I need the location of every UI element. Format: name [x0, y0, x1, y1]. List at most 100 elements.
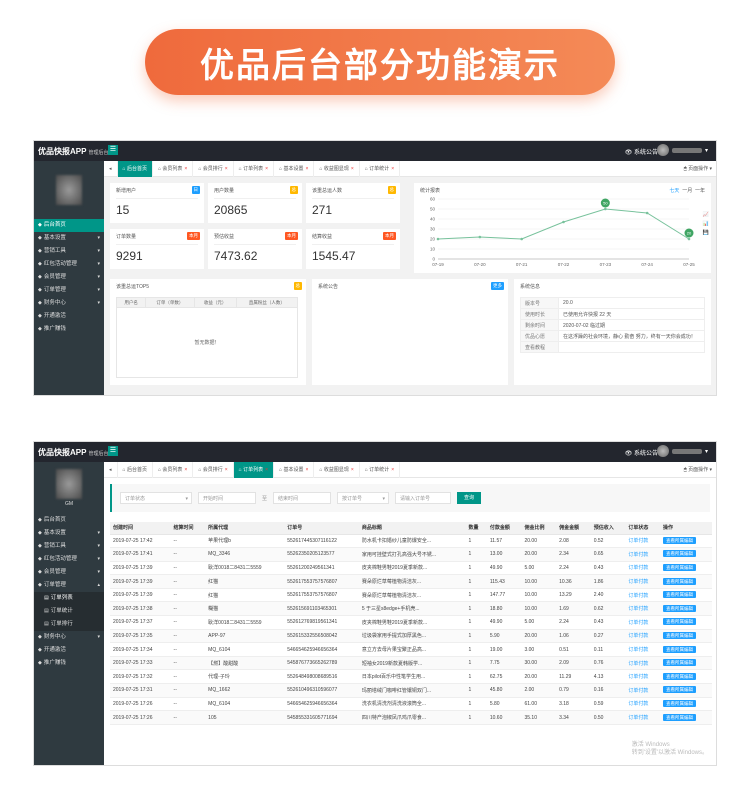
save-icon[interactable]: 💾: [703, 229, 709, 238]
close-icon[interactable]: ×: [305, 166, 308, 172]
tab-item[interactable]: ⌂ 订单列表 ×: [234, 160, 275, 177]
tab-item[interactable]: ⌂ 订单统计 ×: [360, 160, 401, 177]
order-status-link[interactable]: 订单付款: [628, 674, 648, 680]
sidebar-item[interactable]: ◆ 财务中心 ▾: [34, 297, 104, 310]
view-button[interactable]: 查看所属编辑: [662, 645, 696, 653]
user-menu[interactable]: ▾: [656, 144, 708, 156]
end-date-input[interactable]: 结束时间: [273, 492, 332, 504]
view-button[interactable]: 查看所属编辑: [662, 563, 696, 571]
view-button[interactable]: 查看所属编辑: [662, 659, 696, 667]
close-icon[interactable]: ×: [225, 467, 228, 473]
bar-chart-icon[interactable]: 📊: [703, 220, 709, 229]
sidebar-item[interactable]: ◆ 后台首页: [34, 514, 104, 527]
order-status-link[interactable]: 订单付款: [628, 552, 648, 558]
line-chart-icon[interactable]: 📈: [703, 211, 709, 220]
start-date-input[interactable]: 开始时间: [198, 492, 256, 504]
status-select[interactable]: 订单状态 ▾: [120, 492, 192, 504]
tab-item[interactable]: ⌂ 基本设置 ×: [274, 461, 315, 478]
close-icon[interactable]: ×: [265, 467, 268, 473]
tab-item[interactable]: ⌂ 会员排行 ×: [193, 461, 234, 478]
page-ops-button[interactable]: 🖱 页面操作 ▾: [684, 165, 712, 172]
order-no-input[interactable]: 请输入订单号: [395, 492, 452, 504]
tab-item[interactable]: ⌂ 订单列表 ×: [233, 461, 275, 478]
sidebar-item[interactable]: ◆ 红包活动管理 ▾: [34, 258, 104, 271]
tab-item[interactable]: ⌂ 会员列表 ×: [153, 160, 194, 177]
order-status-link[interactable]: 订单付款: [628, 633, 648, 639]
view-button[interactable]: 查看所属编辑: [662, 713, 696, 721]
order-status-link[interactable]: 订单付款: [628, 647, 648, 653]
view-button[interactable]: 查看所属编辑: [662, 699, 696, 707]
menu-toggle-icon[interactable]: ☰: [108, 145, 118, 155]
sidebar-item[interactable]: ◆ 基本设置 ▾: [34, 232, 104, 245]
sidebar-item[interactable]: ◆ 营销工具 ▾: [34, 540, 104, 553]
system-notice-link[interactable]: 👁 系统公告: [625, 147, 658, 156]
sidebar-item[interactable]: ◆ 会员管理 ▾: [34, 566, 104, 579]
order-status-link[interactable]: 订单付款: [628, 538, 648, 544]
menu-item-icon: ▤: [44, 608, 49, 614]
sidebar-item[interactable]: ◆ 推广赚钱: [34, 657, 104, 670]
view-button[interactable]: 查看所属编辑: [662, 604, 696, 612]
close-icon[interactable]: ×: [184, 467, 187, 473]
table-cell: 查看所属编辑: [659, 601, 712, 617]
table-cell: 2019-07-25 17:33: [110, 656, 171, 671]
system-notice-link[interactable]: 👁 系统公告: [625, 448, 658, 457]
close-icon[interactable]: ×: [265, 166, 268, 172]
tab-item[interactable]: ⌂ 订单统计 ×: [360, 461, 401, 478]
field-select[interactable]: 按订单号 ▾: [337, 492, 390, 504]
search-button[interactable]: 查询: [457, 492, 482, 504]
menu-item-icon: ◆: [38, 582, 42, 588]
order-status-link[interactable]: 订单付款: [628, 620, 648, 626]
order-status-link[interactable]: 订单付款: [628, 661, 648, 667]
view-button[interactable]: 查看所属编辑: [662, 591, 696, 599]
tab-item[interactable]: ⌂ 收益图显现 ×: [314, 160, 360, 177]
order-status-link[interactable]: 订单付款: [628, 715, 648, 721]
order-status-link[interactable]: 订单付款: [628, 701, 648, 707]
tab-item[interactable]: ⌂ 基本设置 ×: [274, 160, 315, 177]
order-status-link[interactable]: 订单付款: [628, 593, 648, 599]
view-button[interactable]: 查看所属编辑: [662, 550, 696, 558]
sidebar-item[interactable]: ▤ 订单列表: [34, 592, 104, 605]
view-button[interactable]: 查看所属编辑: [662, 577, 696, 585]
close-icon[interactable]: ×: [305, 467, 308, 473]
sidebar-item[interactable]: ◆ 订单管理 ▴: [34, 579, 104, 592]
close-icon[interactable]: ×: [351, 166, 354, 172]
sidebar-item[interactable]: ▤ 订单排行: [34, 618, 104, 631]
sidebar-item[interactable]: ◆ 基本设置 ▾: [34, 527, 104, 540]
user-menu[interactable]: ▾: [656, 445, 708, 457]
tab-item[interactable]: ⌂ 后台首页: [118, 461, 153, 478]
sidebar-item[interactable]: ◆ 红包活动管理 ▾: [34, 553, 104, 566]
tab-scroll-left[interactable]: ◂: [104, 160, 118, 177]
view-button[interactable]: 查看所属编辑: [662, 536, 696, 544]
close-icon[interactable]: ×: [351, 467, 354, 473]
view-button[interactable]: 查看所属编辑: [662, 672, 696, 680]
sidebar-item[interactable]: ◆ 营销工具 ▾: [34, 245, 104, 258]
sidebar-item[interactable]: ◆ 开通激活: [34, 310, 104, 323]
sidebar-item[interactable]: ◆ 会员管理 ▾: [34, 271, 104, 284]
tab-item[interactable]: ⌂ 后台首页: [117, 160, 153, 177]
order-status-link[interactable]: 订单付款: [628, 565, 648, 571]
sidebar-item[interactable]: ◆ 财务中心 ▾: [34, 631, 104, 644]
menu-toggle-icon[interactable]: ☰: [108, 446, 118, 456]
order-status-link[interactable]: 订单付款: [628, 688, 648, 694]
sidebar-item[interactable]: ◆ 后台首页: [34, 219, 104, 232]
view-button[interactable]: 查看所属编辑: [662, 686, 696, 694]
close-icon[interactable]: ×: [391, 166, 394, 172]
page-ops-button[interactable]: 🖱 页面操作 ▾: [684, 466, 712, 473]
sidebar-item[interactable]: ▤ 订单统计: [34, 605, 104, 618]
sidebar-item[interactable]: ◆ 开通激活: [34, 644, 104, 657]
sidebar-item[interactable]: ◆ 订单管理 ▾: [34, 284, 104, 297]
order-status-link[interactable]: 订单付款: [628, 606, 648, 612]
view-button[interactable]: 查看所属编辑: [662, 631, 696, 639]
close-icon[interactable]: ×: [225, 166, 228, 172]
sidebar-item[interactable]: ◆ 推广赚钱: [34, 323, 104, 336]
order-status-link[interactable]: 订单付款: [628, 579, 648, 585]
tab-item[interactable]: ⌂ 会员列表 ×: [153, 461, 194, 478]
more-button[interactable]: 更多: [491, 282, 504, 290]
tab-item[interactable]: ⌂ 收益图显现 ×: [314, 461, 360, 478]
close-icon[interactable]: ×: [184, 166, 187, 172]
tab-scroll-left[interactable]: ◂: [104, 461, 118, 478]
tab-item[interactable]: ⌂ 会员排行 ×: [193, 160, 234, 177]
close-icon[interactable]: ×: [391, 467, 394, 473]
y-tick-label: 20: [430, 237, 436, 242]
view-button[interactable]: 查看所属编辑: [662, 618, 696, 626]
